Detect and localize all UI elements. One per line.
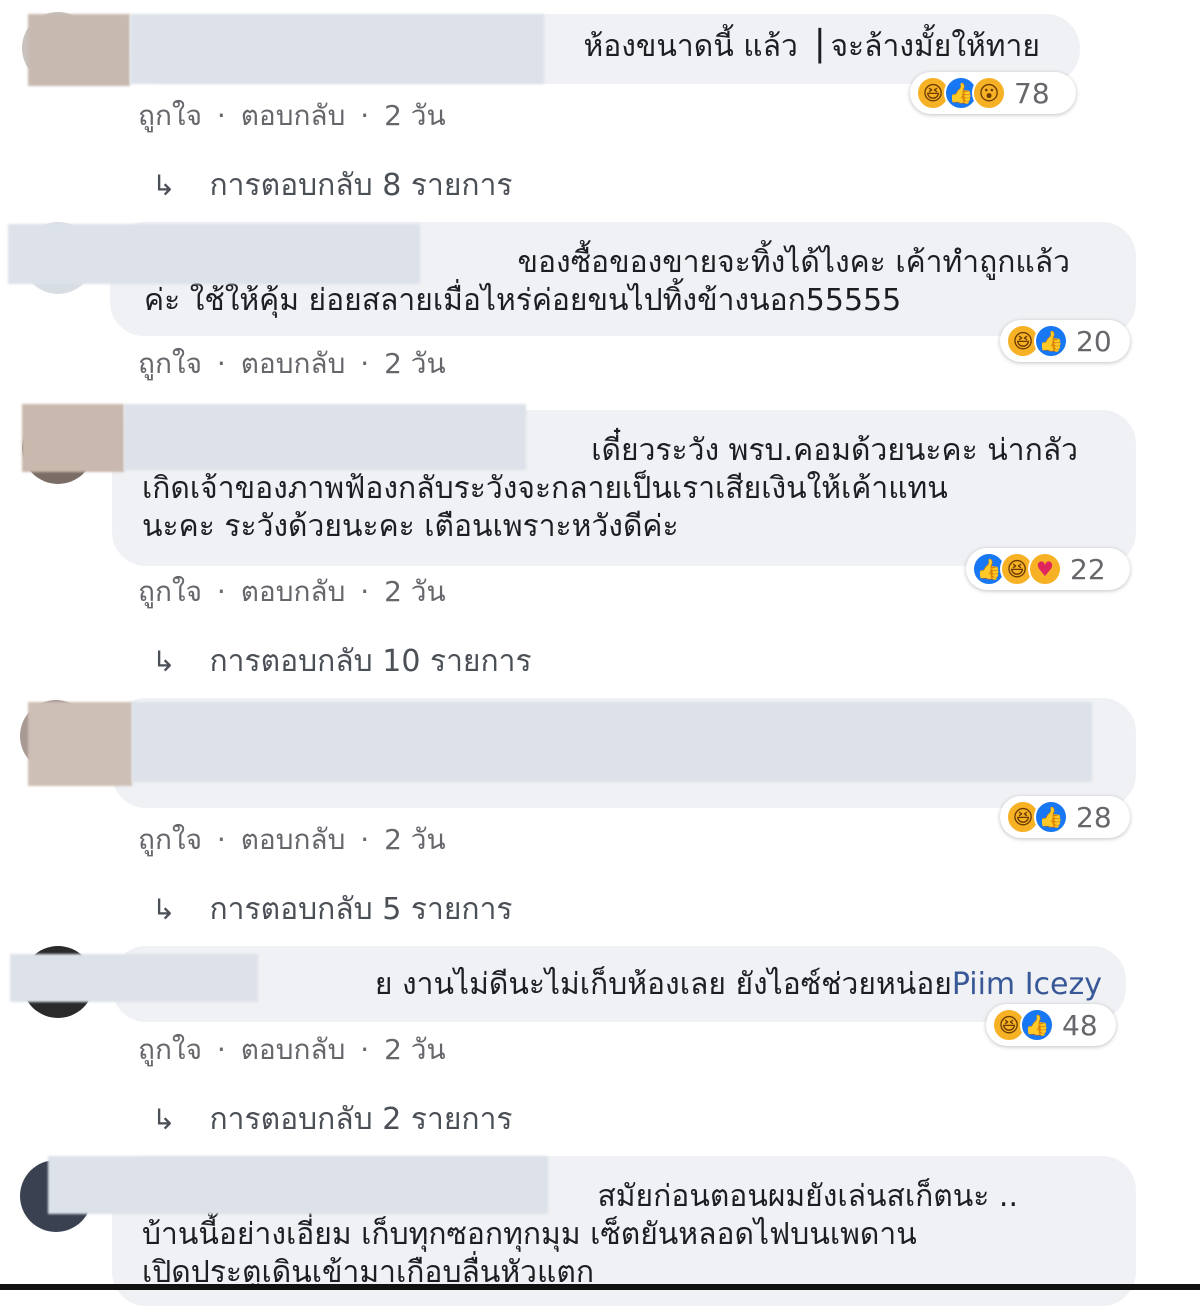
author-name[interactable] <box>22 404 124 472</box>
reaction-summary[interactable]: 😆 👍 20 <box>1000 320 1130 362</box>
author-name[interactable] <box>48 1156 548 1214</box>
reaction-count: 20 <box>1076 324 1112 358</box>
reply-arrow-icon: ↳ <box>152 645 176 678</box>
replies-label: การตอบกลับ 2 รายการ <box>209 1102 513 1137</box>
comment-text-line: ย งานไม่ดีนะไม่เก็บห้องเลย ยังไอซ์ช่วยหน… <box>142 966 1102 1004</box>
like-button[interactable]: ถูกใจ <box>138 347 202 380</box>
reaction-summary[interactable]: 👍 😆 ♥ 22 <box>966 548 1130 590</box>
separator: · <box>216 823 226 856</box>
author-name[interactable] <box>28 14 130 86</box>
comment-actions: ถูกใจ · ตอบกลับ · 2 วัน <box>138 342 452 386</box>
like-button[interactable]: ถูกใจ <box>138 575 202 608</box>
like-icon: 👍 <box>1034 324 1068 358</box>
timestamp[interactable]: 2 วัน <box>384 1033 446 1066</box>
comment-text-line: นะคะ ระวังด้วยนะคะ เตือนเพราะหวังดีค่ะ <box>142 509 679 544</box>
separator: · <box>216 1033 226 1066</box>
view-replies-link[interactable]: ↳ การตอบกลับ 5 รายการ <box>152 886 513 933</box>
separator: · <box>216 575 226 608</box>
author-name[interactable] <box>130 14 544 84</box>
separator: · <box>216 99 226 132</box>
bottom-divider <box>0 1284 1200 1290</box>
comment-actions: ถูกใจ · ตอบกลับ · 2 วัน <box>138 818 452 862</box>
reply-button[interactable]: ตอบกลับ <box>241 99 346 132</box>
separator: · <box>360 823 370 856</box>
reaction-summary[interactable]: 😆 👍 28 <box>1000 796 1130 838</box>
reaction-count: 28 <box>1076 800 1112 834</box>
author-name[interactable] <box>124 404 526 470</box>
comment-bubble: ย งานไม่ดีนะไม่เก็บห้องเลย ยังไอซ์ช่วยหน… <box>112 946 1126 1022</box>
timestamp[interactable]: 2 วัน <box>384 575 446 608</box>
comment-text-line: บ้านนี้อย่างเอี่ยม เก็บทุกซอกทุกมุม เซ็ต… <box>142 1217 917 1252</box>
mention-link[interactable]: Piim Icezy <box>952 967 1102 1002</box>
reply-arrow-icon: ↳ <box>152 169 176 202</box>
reply-button[interactable]: ตอบกลับ <box>241 347 346 380</box>
timestamp[interactable]: 2 วัน <box>384 823 446 856</box>
reaction-count: 78 <box>1014 76 1050 110</box>
timestamp[interactable]: 2 วัน <box>384 347 446 380</box>
replies-label: การตอบกลับ 8 รายการ <box>209 168 513 203</box>
reply-button[interactable]: ตอบกลับ <box>241 823 346 856</box>
like-button[interactable]: ถูกใจ <box>138 99 202 132</box>
author-name[interactable] <box>10 954 258 1002</box>
reply-arrow-icon: ↳ <box>152 893 176 926</box>
separator: · <box>360 347 370 380</box>
view-replies-link[interactable]: ↳ การตอบกลับ 2 รายการ <box>152 1096 513 1143</box>
like-button[interactable]: ถูกใจ <box>138 1033 202 1066</box>
reaction-summary[interactable]: 😆 👍 48 <box>986 1004 1116 1046</box>
like-button[interactable]: ถูกใจ <box>138 823 202 856</box>
separator: · <box>360 99 370 132</box>
author-name[interactable] <box>28 702 132 786</box>
reply-button[interactable]: ตอบกลับ <box>241 1033 346 1066</box>
comment-text: ย งานไม่ดีนะไม่เก็บห้องเลย ยังไอซ์ช่วยหน… <box>374 967 952 1002</box>
view-replies-link[interactable]: ↳ การตอบกลับ 8 รายการ <box>152 162 513 209</box>
replies-label: การตอบกลับ 5 รายการ <box>209 892 513 927</box>
comment-actions: ถูกใจ · ตอบกลับ · 2 วัน <box>138 94 452 138</box>
reaction-count: 22 <box>1070 552 1106 586</box>
comment-text-line: ค่ะ ใช้ให้คุ้ม ย่อยสลายเมื่อไหร่ค่อยขนไป… <box>144 283 902 318</box>
separator: · <box>360 575 370 608</box>
reply-arrow-icon: ↳ <box>152 1103 176 1136</box>
reaction-count: 48 <box>1062 1008 1098 1042</box>
reply-button[interactable]: ตอบกลับ <box>241 575 346 608</box>
like-icon: 👍 <box>1034 800 1068 834</box>
like-icon: 👍 <box>1020 1008 1054 1042</box>
timestamp[interactable]: 2 วัน <box>384 99 446 132</box>
reaction-summary[interactable]: 😆 👍 😮 78 <box>910 72 1076 114</box>
author-name[interactable] <box>132 702 1092 782</box>
replies-label: การตอบกลับ 10 รายการ <box>209 644 532 679</box>
separator: · <box>360 1033 370 1066</box>
care-icon: ♥ <box>1028 552 1062 586</box>
comment-actions: ถูกใจ · ตอบกลับ · 2 วัน <box>138 570 452 614</box>
comment-text-line: เกิดเจ้าของภาพฟ้องกลับระวังจะกลายเป็นเรา… <box>142 471 948 506</box>
wow-icon: 😮 <box>972 76 1006 110</box>
separator: · <box>216 347 226 380</box>
author-name[interactable] <box>8 224 420 284</box>
comment-actions: ถูกใจ · ตอบกลับ · 2 วัน <box>138 1028 452 1072</box>
view-replies-link[interactable]: ↳ การตอบกลับ 10 รายการ <box>152 638 532 685</box>
